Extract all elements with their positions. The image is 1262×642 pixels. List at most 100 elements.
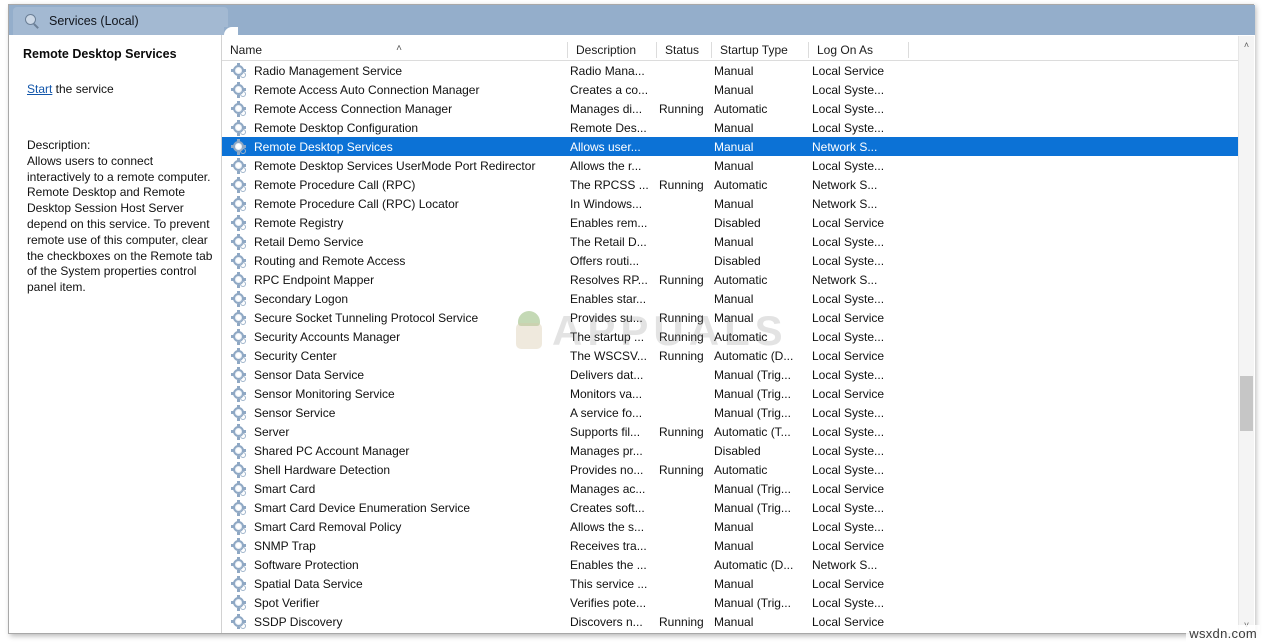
table-row[interactable]: SSDP Discovery Discovers n... Running Manua… — [222, 612, 1239, 629]
table-row[interactable]: Spatial Data Service This service ... Manu… — [222, 574, 1239, 593]
cell-startup-type: Manual — [714, 614, 754, 629]
services-list-body[interactable]: Radio Management Service Radio Mana... Man… — [222, 61, 1239, 629]
cell-status: Running — [659, 177, 704, 192]
tab-services-local[interactable]: Services (Local) — [13, 7, 228, 35]
cell-status — [659, 156, 713, 175]
cell-description: Monitors va... — [570, 386, 643, 401]
cell-service-name: Sensor Data Service — [254, 367, 365, 382]
column-header-startup-type[interactable]: Startup Type — [712, 39, 809, 61]
scroll-up-button[interactable]: ˄ — [1239, 36, 1254, 53]
cell-service-name: Secure Socket Tunneling Protocol Service — [254, 310, 479, 325]
cell-log-on-as: Local Syste... — [812, 158, 885, 173]
table-row[interactable]: Secure Socket Tunneling Protocol Service… — [222, 308, 1239, 327]
cell-status: Running — [659, 101, 704, 116]
cell-startup-type: Manual — [714, 519, 754, 534]
cell-log-on-as: Local Syste... — [812, 443, 885, 458]
cell-description: Provides no... — [570, 462, 644, 477]
cell-startup-type: Manual — [714, 291, 754, 306]
table-row[interactable]: Software Protection Enables the ... Automa… — [222, 555, 1239, 574]
cell-log-on-as: Local Syste... — [812, 519, 885, 534]
table-row[interactable]: Remote Registry Enables rem... Disabled Loc… — [222, 213, 1239, 232]
cell-service-name: Radio Management Service — [254, 63, 403, 78]
table-row[interactable]: Remote Procedure Call (RPC) The RPCSS ...… — [222, 175, 1239, 194]
description-text: Allows users to connect interactively to… — [27, 153, 213, 295]
table-row[interactable]: Spot Verifier Verifies pote... Manual (Tri… — [222, 593, 1239, 612]
cell-service-name: Sensor Service — [254, 405, 336, 420]
column-header-status[interactable]: Status — [657, 39, 712, 61]
table-row[interactable]: Smart Card Manages ac... Manual (Trig... Lo… — [222, 479, 1239, 498]
selected-service-title: Remote Desktop Services — [23, 47, 177, 61]
cell-service-name: Sensor Monitoring Service — [254, 386, 395, 401]
cell-log-on-as: Local Syste... — [812, 405, 885, 420]
table-row[interactable]: Smart Card Removal Policy Allows the s...… — [222, 517, 1239, 536]
cell-service-name: Spot Verifier — [254, 595, 320, 610]
table-row[interactable]: Retail Demo Service The Retail D... Manual… — [222, 232, 1239, 251]
cell-service-name: Remote Registry — [254, 215, 344, 230]
column-header-description[interactable]: Description — [568, 39, 657, 61]
table-row[interactable]: Remote Access Connection Manager Manages … — [222, 99, 1239, 118]
cell-service-name: Remote Procedure Call (RPC) — [254, 177, 416, 192]
cell-status — [659, 137, 713, 156]
cell-service-name: Security Accounts Manager — [254, 329, 401, 344]
table-row[interactable]: Sensor Data Service Delivers dat... Manual… — [222, 365, 1239, 384]
cell-startup-type: Disabled — [714, 215, 761, 230]
table-row[interactable]: Remote Access Auto Connection Manager Cre… — [222, 80, 1239, 99]
table-row[interactable]: Sensor Monitoring Service Monitors va... M… — [222, 384, 1239, 403]
cell-log-on-as: Local Service — [812, 481, 885, 496]
cell-log-on-as: Local Service — [812, 63, 885, 78]
table-row[interactable]: Server Supports fil... Running Automatic (T… — [222, 422, 1239, 441]
table-row[interactable]: Smart Card Device Enumeration Service Cre… — [222, 498, 1239, 517]
table-row[interactable]: Security Accounts Manager The startup ...… — [222, 327, 1239, 346]
cell-log-on-as: Local Service — [812, 348, 885, 363]
table-row[interactable]: Remote Desktop Configuration Remote Des..… — [222, 118, 1239, 137]
cell-log-on-as: Network S... — [812, 557, 878, 572]
cell-description: Receives tra... — [570, 538, 647, 553]
cell-startup-type: Automatic (D... — [714, 557, 794, 572]
table-row[interactable]: Remote Desktop Services Allows user... Man… — [222, 137, 1239, 156]
cell-startup-type: Automatic — [714, 272, 768, 287]
cell-startup-type: Automatic — [714, 329, 768, 344]
table-row[interactable]: Secondary Logon Enables star... Manual Loca… — [222, 289, 1239, 308]
table-row[interactable]: Shared PC Account Manager Manages pr... Di… — [222, 441, 1239, 460]
scrollbar-thumb[interactable] — [1240, 376, 1253, 431]
table-row[interactable]: RPC Endpoint Mapper Resolves RP... Running… — [222, 270, 1239, 289]
cell-status — [659, 517, 713, 536]
table-row[interactable]: Remote Procedure Call (RPC) Locator In Wi… — [222, 194, 1239, 213]
cell-description: This service ... — [570, 576, 648, 591]
vertical-scrollbar[interactable]: ˄ ˅ — [1238, 36, 1254, 633]
services-console-window: Services (Local) Remote Desktop Services… — [8, 4, 1255, 634]
chevron-up-icon: ˄ — [396, 43, 402, 54]
column-header-log-on-as[interactable]: Log On As — [809, 39, 909, 61]
table-row[interactable]: Shell Hardware Detection Provides no... Ru… — [222, 460, 1239, 479]
cell-status — [659, 232, 713, 251]
cell-startup-type: Manual — [714, 538, 754, 553]
cell-log-on-as: Network S... — [812, 272, 878, 287]
cell-service-name: Remote Desktop Configuration — [254, 120, 419, 135]
service-details-pane: Remote Desktop Services Start the servic… — [9, 35, 221, 633]
cell-status — [659, 479, 713, 498]
start-service-suffix: the service — [52, 82, 114, 96]
cell-description: The startup ... — [570, 329, 645, 344]
cell-service-name: Retail Demo Service — [254, 234, 364, 249]
cell-description: Enables the ... — [570, 557, 647, 572]
cell-log-on-as: Local Syste... — [812, 329, 885, 344]
cell-status — [659, 213, 713, 232]
cell-description: Manages pr... — [570, 443, 643, 458]
cell-description: Radio Mana... — [570, 63, 645, 78]
table-row[interactable]: Radio Management Service Radio Mana... Man… — [222, 61, 1239, 80]
cell-status — [659, 536, 713, 555]
start-service-link[interactable]: Start — [27, 82, 52, 96]
cell-service-name: Remote Desktop Services — [254, 139, 393, 154]
cell-status — [659, 251, 713, 270]
table-row[interactable]: Routing and Remote Access Offers routi...… — [222, 251, 1239, 270]
table-row[interactable]: SNMP Trap Receives tra... Manual Local Serv… — [222, 536, 1239, 555]
cell-startup-type: Manual — [714, 196, 754, 211]
table-row[interactable]: Sensor Service A service fo... Manual (Tri… — [222, 403, 1239, 422]
cell-service-name: SSDP Discovery — [254, 614, 343, 629]
tab-services-local-label: Services (Local) — [49, 14, 139, 28]
table-row[interactable]: Security Center The WSCSV... Running Automa… — [222, 346, 1239, 365]
cell-log-on-as: Local Syste... — [812, 291, 885, 306]
cell-service-name: Security Center — [254, 348, 337, 363]
table-row[interactable]: Remote Desktop Services UserMode Port Re… — [222, 156, 1239, 175]
cell-status — [659, 441, 713, 460]
